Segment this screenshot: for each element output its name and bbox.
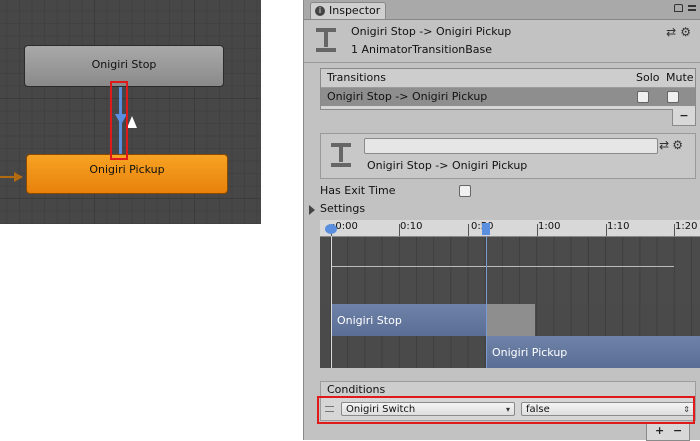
transitions-header-label: Transitions [327,71,386,84]
remove-condition-button[interactable]: − [673,424,682,437]
has-exit-time-checkbox[interactable] [459,185,471,197]
mute-column-label: Mute [666,71,694,84]
highlight-transition-box [110,81,128,160]
tab-inspector[interactable]: i Inspector [310,2,386,19]
divider [304,62,700,63]
highlight-condition-box [317,396,695,424]
has-exit-time-label: Has Exit Time [320,184,396,197]
transition-overlap-bar[interactable] [486,304,535,336]
remove-transition-button[interactable]: − [672,109,696,126]
add-condition-button[interactable]: + [655,424,664,437]
clip-bar-onigiri-pickup[interactable]: Onigiri Pickup [486,336,700,368]
solo-checkbox[interactable] [637,91,649,103]
preset-icon[interactable]: ⇄ [666,25,680,39]
transition-icon [330,142,352,168]
settings-foldout-icon[interactable] [309,205,315,215]
condition-add-remove: + − [646,424,690,441]
clip-bar-onigiri-stop[interactable]: Onigiri Stop [331,304,486,336]
selected-tools[interactable]: ⇄⚙ [659,138,686,152]
selected-transition-panel: Onigiri Stop -> Onigiri Pickup ⇄⚙ [320,133,696,179]
mute-checkbox[interactable] [667,91,679,103]
clip-pickup-label: Onigiri Pickup [492,346,568,359]
timeline-curve [331,266,674,267]
header-title: Onigiri Stop -> Onigiri Pickup [351,25,512,38]
tick-label: 1:20 [675,221,698,232]
list-item[interactable]: Onigiri Stop -> Onigiri Pickup [321,88,695,106]
exit-time-line [486,236,487,368]
transition-timeline[interactable]: Onigiri Stop Onigiri Pickup :0:00 0:10 0… [320,220,700,368]
clip-stop-label: Onigiri Stop [337,314,402,327]
timeline-start-line [331,236,332,368]
tick-label: 1:10 [607,221,630,232]
tick-label: 1:00 [538,221,561,232]
tick-label: 0:10 [400,221,423,232]
info-icon: i [315,6,325,16]
transition-row-label: Onigiri Stop -> Onigiri Pickup [327,90,488,103]
selected-transition-name: Onigiri Stop -> Onigiri Pickup [367,159,528,172]
conditions-header-label: Conditions [327,383,386,396]
animator-graph[interactable]: Onigiri Stop Onigiri Pickup [0,0,261,224]
header-subtitle: 1 AnimatorTransitionBase [351,43,493,56]
mouse-cursor-icon [127,116,137,128]
transitions-header: Transitions Solo Mute [321,69,695,88]
entry-arrow-icon [14,172,23,182]
gear-icon[interactable]: ⚙ [680,25,695,39]
inspector-panel: i Inspector Onigiri Stop -> Onigiri Pick… [303,0,700,440]
exit-marker-icon[interactable] [482,223,490,235]
tab-inspector-label: Inspector [329,4,381,17]
transition-icon [315,27,337,53]
transition-name-field[interactable] [364,138,658,154]
start-marker-icon[interactable] [325,224,337,234]
transitions-list: Transitions Solo Mute Onigiri Stop -> On… [320,68,696,110]
settings-foldout[interactable]: Settings [320,202,365,215]
inspector-tab-bar: i Inspector [304,0,700,20]
state-node-onigiri-pickup[interactable]: Onigiri Pickup [26,154,228,194]
solo-column-label: Solo [636,71,660,84]
gear-icon[interactable]: ⚙ [672,138,686,152]
menu-icon[interactable] [688,5,696,11]
timeline-ruler[interactable]: :0:00 0:10 0:50 1:00 1:10 1:20 [320,220,700,237]
header-tools[interactable]: ⇄⚙ [666,25,695,39]
preset-icon[interactable]: ⇄ [659,138,672,152]
lock-icon[interactable] [674,4,683,12]
